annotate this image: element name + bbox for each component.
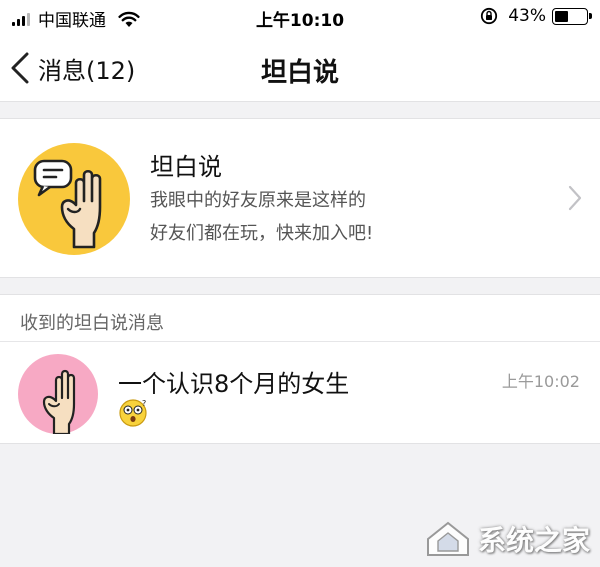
section-label: 收到的坦白说消息 (20, 313, 164, 334)
message-row[interactable]: 一个认识8个月的女生 上午10:02 ? (0, 342, 600, 444)
nav-bar: 消息(12) 坦白说 (0, 34, 600, 102)
feature-card[interactable]: 坦白说 我眼中的好友原来是这样的 好友们都在玩，快来加入吧! (0, 118, 600, 278)
raised-hand-speech-bubble-icon (18, 143, 130, 255)
status-right: 43% (480, 6, 592, 26)
message-sender: 一个认识8个月的女生 (118, 370, 350, 398)
battery-percent: 43% (508, 6, 546, 26)
feature-subtitle-line1: 我眼中的好友原来是这样的 (150, 190, 366, 211)
back-button[interactable]: 消息(12) (10, 48, 135, 88)
shocked-face-icon: ? (119, 399, 147, 427)
orientation-lock-icon (481, 7, 498, 25)
battery-fill (555, 10, 568, 22)
chevron-right-icon (568, 185, 582, 211)
back-label: 消息(12) (38, 56, 136, 85)
section-header: 收到的坦白说消息 (0, 294, 600, 342)
battery-icon (552, 7, 592, 25)
message-time: 上午10:02 (501, 372, 580, 391)
three-finger-hand-avatar-icon (18, 354, 98, 434)
feature-subtitle-line2: 好友们都在玩，快来加入吧! (150, 223, 374, 244)
chevron-left-icon (11, 52, 29, 84)
watermark: 系统之家 (424, 519, 590, 559)
house-logo-icon (426, 521, 469, 556)
svg-text:?: ? (142, 399, 146, 408)
feature-title: 坦白说 (150, 153, 222, 181)
status-bar: 中国联通 上午10:10 43% (0, 0, 600, 34)
watermark-text: 系统之家 (477, 524, 590, 557)
